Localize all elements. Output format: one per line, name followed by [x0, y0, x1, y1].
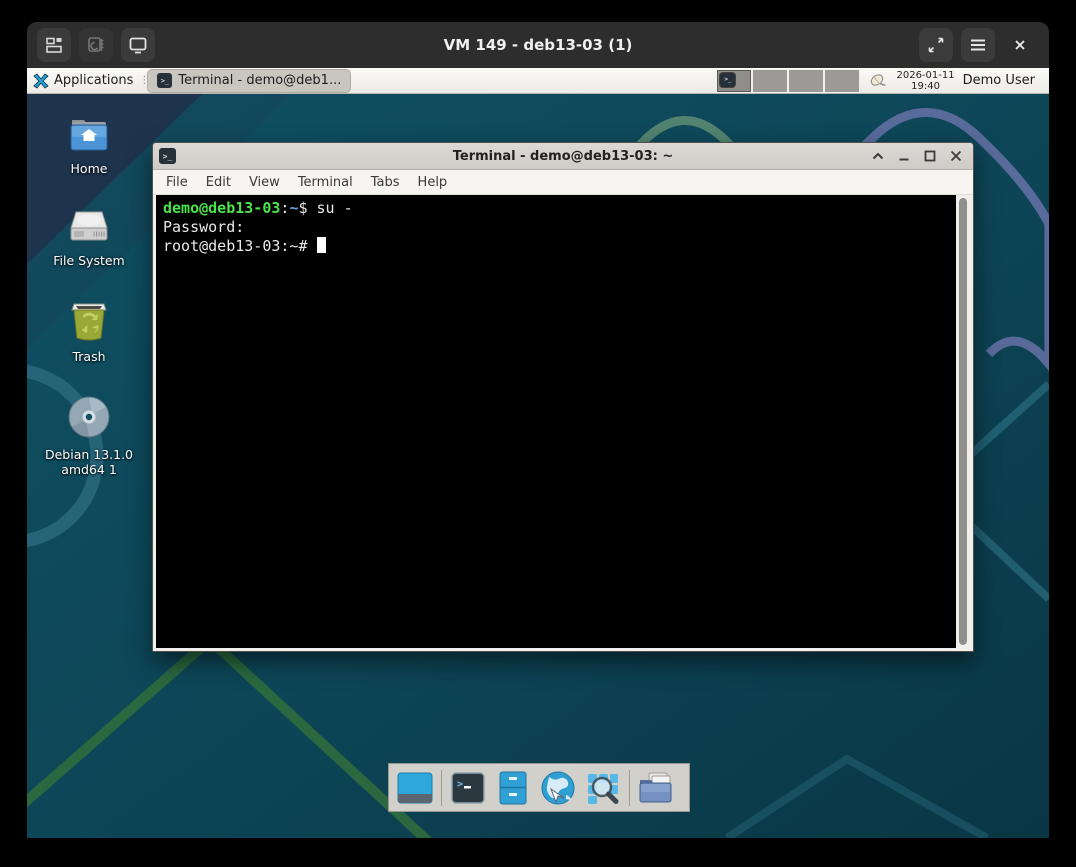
dock-folder-button[interactable]	[637, 769, 675, 807]
hamburger-menu-icon	[969, 37, 987, 53]
serial-console-button[interactable]	[79, 28, 113, 62]
app-finder-icon	[585, 770, 621, 806]
desktop-icon-label: Trash	[72, 349, 105, 364]
terminal-window: >_ Terminal - demo@deb13-03: ~	[152, 142, 974, 652]
clock-time: 19:40	[911, 81, 940, 92]
workspace-window-terminal-icon: >_	[720, 73, 735, 87]
terminal-window-title: Terminal - demo@deb13-03: ~	[153, 149, 973, 164]
desktop-icon-label: Debian 13.1.0 amd64 1	[35, 447, 143, 477]
dock-separator	[629, 770, 630, 806]
trash-icon	[66, 298, 112, 342]
desktop-icon-filesystem[interactable]: File System	[35, 206, 143, 268]
xfce-panel: Applications ⋮ >_ Terminal - demo@deb1..…	[27, 68, 1049, 94]
terminal-icon: >_	[157, 73, 172, 88]
dock-web-browser-button[interactable]	[539, 769, 577, 807]
minimize-button[interactable]	[898, 150, 910, 162]
taskbar-item-label: Terminal - demo@deb1...	[178, 73, 341, 88]
windows-overview-button[interactable]	[37, 28, 71, 62]
panel-drag-handle[interactable]: ⋮	[139, 75, 147, 86]
workspace-3[interactable]	[789, 70, 825, 92]
fullscreen-expand-icon	[926, 35, 946, 55]
terminal-titlebar[interactable]: >_ Terminal - demo@deb13-03: ~	[153, 143, 973, 170]
optical-disc-icon	[66, 394, 112, 440]
terminal-scrollbar	[956, 195, 970, 648]
menu-file[interactable]: File	[157, 172, 197, 193]
file-manager-icon	[498, 771, 528, 805]
web-browser-icon	[539, 769, 577, 807]
desktop-icon-home[interactable]: Home	[35, 112, 143, 176]
menu-help[interactable]: Help	[409, 172, 457, 193]
serial-console-icon	[85, 34, 107, 56]
dock-separator	[441, 770, 442, 806]
hamburger-menu-button[interactable]	[961, 28, 995, 62]
fullscreen-button[interactable]	[919, 28, 953, 62]
clock-date: 2026-01-11	[896, 70, 954, 81]
desktop-icon-debian-iso[interactable]: Debian 13.1.0 amd64 1	[35, 394, 143, 477]
dock-panel: >	[388, 763, 690, 812]
desktop-icon-column: Home File System Tras	[35, 112, 143, 507]
system-tray: 2026-01-11 19:40 Demo User	[860, 68, 1049, 93]
mouse-tray-icon[interactable]	[868, 72, 888, 90]
terminal-line-2: Password:	[163, 218, 954, 237]
menu-edit[interactable]: Edit	[197, 172, 240, 193]
panel-clock[interactable]: 2026-01-11 19:40	[896, 70, 954, 92]
terminal-screen[interactable]: demo@deb13-03:~$ su - Password: root@deb…	[156, 195, 956, 648]
menu-tabs[interactable]: Tabs	[362, 172, 409, 193]
terminal-cursor	[317, 237, 326, 253]
display-monitor-icon	[127, 34, 149, 56]
terminal-line-3: root@deb13-03:~#	[163, 237, 954, 256]
home-folder-icon	[66, 112, 112, 154]
folder-icon	[637, 771, 675, 805]
dock-show-desktop-button[interactable]	[396, 769, 434, 807]
desktop-icon-trash[interactable]: Trash	[35, 298, 143, 364]
desktop-icon-label: File System	[53, 253, 125, 268]
menu-view[interactable]: View	[240, 172, 289, 193]
svg-text:>: >	[457, 779, 463, 790]
user-actions-button[interactable]: Demo User	[963, 73, 1041, 88]
applications-label: Applications	[54, 73, 133, 88]
shade-button[interactable]	[872, 150, 884, 162]
workspace-1[interactable]: >_	[717, 70, 753, 92]
close-icon	[1013, 38, 1027, 52]
dock-terminal-button[interactable]: >	[449, 769, 487, 807]
windows-overview-icon	[43, 34, 65, 56]
window-close-button[interactable]	[950, 150, 962, 162]
terminal-icon: >	[451, 772, 485, 804]
scrollbar-thumb[interactable]	[959, 198, 967, 645]
workspace-4[interactable]	[825, 70, 859, 92]
show-desktop-icon	[397, 772, 433, 804]
terminal-menubar: File Edit View Terminal Tabs Help	[153, 170, 973, 195]
maximize-button[interactable]	[924, 150, 936, 162]
taskbar-item-terminal[interactable]: >_ Terminal - demo@deb1...	[147, 69, 351, 93]
terminal-icon: >_	[159, 148, 176, 164]
xfce-logo-icon	[33, 73, 49, 89]
display-button[interactable]	[121, 28, 155, 62]
hard-drive-icon	[66, 206, 112, 246]
desktop-icon-label: Home	[71, 161, 108, 176]
vm-window-title: VM 149 - deb13-03 (1)	[27, 36, 1049, 54]
applications-menu-button[interactable]: Applications	[27, 68, 139, 93]
vm-viewer-app: VM 149 - deb13-03 (1)	[0, 0, 1076, 867]
dock-file-manager-button[interactable]	[494, 769, 532, 807]
dock-app-finder-button[interactable]	[584, 769, 622, 807]
workspace-2[interactable]	[753, 70, 789, 92]
menu-terminal[interactable]: Terminal	[289, 172, 362, 193]
guest-display: Applications ⋮ >_ Terminal - demo@deb1..…	[27, 68, 1049, 838]
terminal-line-1: demo@deb13-03:~$ su -	[163, 199, 954, 218]
vm-titlebar: VM 149 - deb13-03 (1)	[27, 22, 1049, 68]
terminal-body: demo@deb13-03:~$ su - Password: root@deb…	[156, 195, 970, 648]
vm-close-button[interactable]	[1003, 28, 1037, 62]
workspace-pager: >_	[716, 69, 860, 93]
